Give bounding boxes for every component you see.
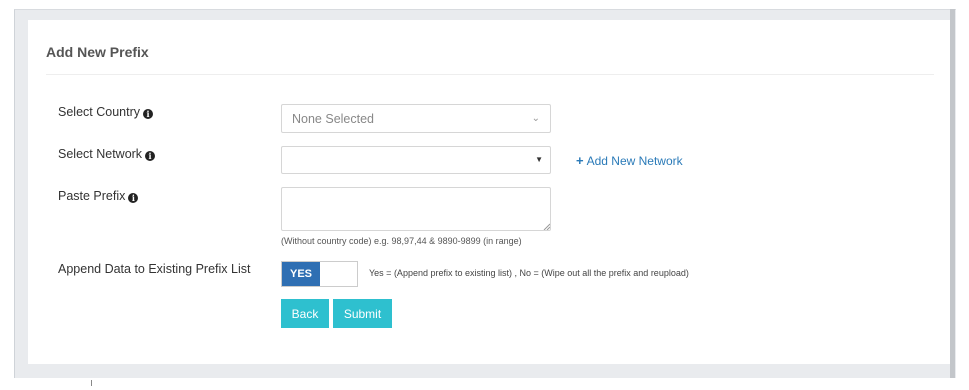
chevron-down-icon: ⌄ (531, 113, 540, 124)
prefix-textarea[interactable] (281, 187, 551, 231)
submit-button[interactable]: Submit (333, 299, 392, 328)
add-network-link[interactable]: + Add New Network (576, 153, 683, 168)
stray-tick (91, 380, 92, 386)
panel-title: Add New Prefix (46, 44, 149, 60)
caret-down-icon: ▼ (535, 155, 543, 164)
country-select[interactable]: None Selected ⌄ (281, 104, 551, 133)
add-prefix-panel: Add New Prefix Select Country i None Sele… (28, 20, 950, 364)
title-divider (46, 74, 934, 75)
info-circle-icon[interactable]: i (128, 193, 139, 203)
prefix-hint: (Without country code) e.g. 98,97,44 & 9… (281, 236, 522, 246)
add-network-label: Add New Network (586, 154, 683, 168)
info-circle-icon[interactable]: i (142, 109, 153, 119)
info-circle-icon[interactable]: i (145, 151, 156, 161)
country-select-value: None Selected (292, 112, 375, 126)
country-label-text: Select Country (58, 105, 140, 119)
plus-icon: + (576, 153, 584, 168)
country-label: Select Country i (58, 105, 153, 119)
toggle-on-state: YES (282, 262, 320, 286)
append-description: Yes = (Append prefix to existing list) ,… (369, 268, 689, 278)
back-button[interactable]: Back (281, 299, 329, 328)
resize-grip-icon[interactable] (543, 223, 550, 230)
prefix-label: Paste Prefix i (58, 189, 139, 203)
append-toggle[interactable]: YES (281, 261, 358, 287)
network-label-text: Select Network (58, 147, 143, 161)
network-select[interactable]: ▼ (281, 146, 551, 174)
network-label: Select Network i (58, 147, 156, 161)
scrollbar-edge (950, 9, 955, 378)
prefix-label-text: Paste Prefix (58, 189, 126, 203)
append-label: Append Data to Existing Prefix List (58, 262, 251, 276)
